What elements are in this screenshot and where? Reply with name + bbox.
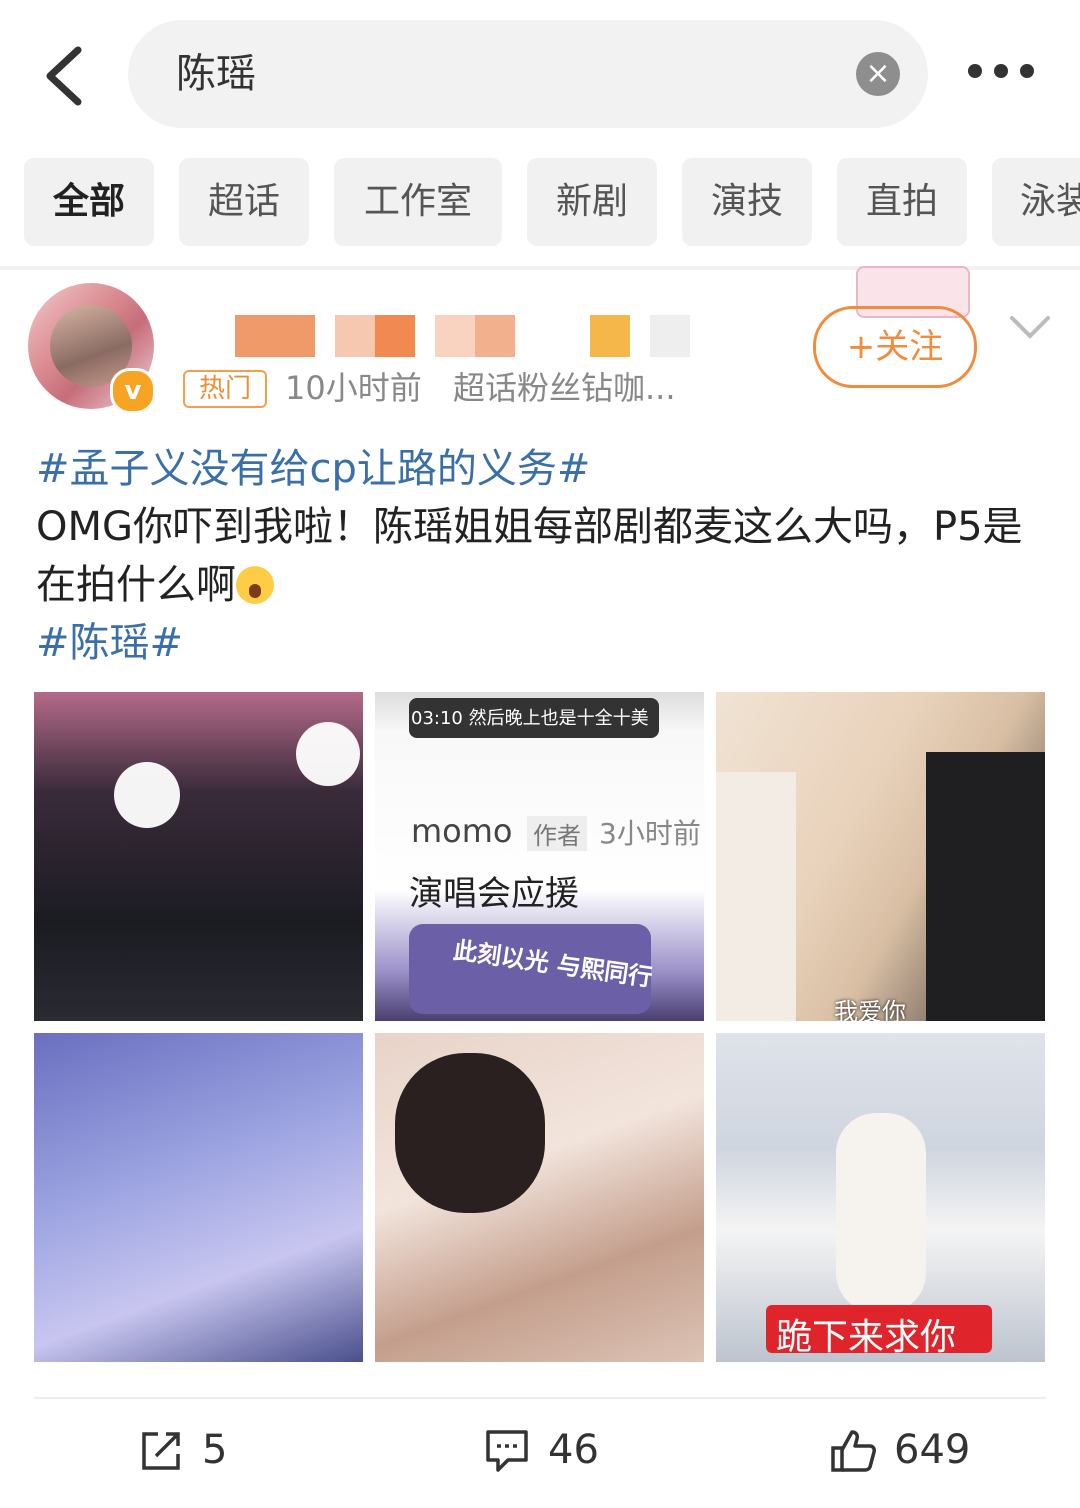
hot-badge: 热门: [183, 370, 267, 408]
image-text: momo: [411, 812, 513, 850]
username-blurred[interactable]: [235, 315, 695, 357]
chevron-down-icon[interactable]: [1008, 312, 1052, 342]
tab-new-drama[interactable]: 新剧: [527, 158, 657, 246]
search-query: 陈瑶: [176, 51, 256, 97]
image-text: 跪下来求你: [776, 1317, 957, 1358]
like-button[interactable]: 649: [830, 1420, 1010, 1480]
tab-all[interactable]: 全部: [24, 158, 154, 246]
image-text: 03:10 然后晚上也是十全十美: [411, 708, 649, 729]
comment-count: 46: [548, 1427, 599, 1473]
post-image-2[interactable]: 03:10 然后晚上也是十全十美 momo 作者 3小时前 演唱会应援 此刻以光…: [375, 692, 704, 1021]
post-image-3[interactable]: 我爱你: [716, 692, 1045, 1021]
search-input[interactable]: 陈瑶 ×: [128, 20, 928, 128]
image-text: 作者: [527, 816, 587, 851]
comment-button[interactable]: 46: [484, 1420, 644, 1480]
topic-link[interactable]: #孟子义没有给cp让路的义务#: [36, 446, 590, 492]
divider: [34, 1397, 1046, 1399]
top-bar: 陈瑶 ×: [0, 0, 1080, 150]
share-button[interactable]: 5: [138, 1420, 278, 1480]
verified-icon: v: [110, 368, 156, 414]
post-image-4[interactable]: [34, 1033, 363, 1362]
tab-super-topic[interactable]: 超话: [179, 158, 309, 246]
post-image-5[interactable]: [375, 1033, 704, 1362]
share-count: 5: [202, 1427, 228, 1473]
like-count: 649: [894, 1427, 971, 1473]
more-options-icon[interactable]: [968, 58, 1038, 88]
thumbs-up-icon: [831, 1430, 876, 1472]
image-text: 3小时前: [599, 817, 701, 850]
shocked-emoji-icon: [236, 566, 274, 604]
tab-acting[interactable]: 演技: [682, 158, 812, 246]
image-text: 演唱会应援: [409, 874, 579, 914]
post-image-6[interactable]: 跪下来求你: [716, 1033, 1045, 1362]
clear-icon[interactable]: ×: [856, 52, 900, 96]
back-icon[interactable]: [38, 40, 98, 110]
tab-fancam[interactable]: 直拍: [837, 158, 967, 246]
post-body: #孟子义没有给cp让路的义务# OMG你吓到我啦！陈瑶姐姐每部剧都麦这么大吗，P…: [36, 440, 1046, 672]
post-source: 超话粉丝钻咖...: [453, 369, 676, 407]
comment-icon: [486, 1430, 528, 1472]
follow-button[interactable]: +关注: [813, 306, 977, 388]
filter-tabs: 全部 超话 工作室 新剧 演技 直拍 泳装: [0, 158, 1080, 248]
tab-swimsuit[interactable]: 泳装: [992, 158, 1080, 246]
image-text: 我爱你: [834, 998, 906, 1021]
share-icon: [142, 1432, 180, 1470]
topic-link[interactable]: #陈瑶#: [36, 620, 183, 666]
tab-studio[interactable]: 工作室: [334, 158, 502, 246]
post-content: OMG你吓到我啦！陈瑶姐姐每部剧都麦这么大吗，P5是在拍什么啊: [36, 504, 1023, 608]
post-image-1[interactable]: [34, 692, 363, 1021]
post-time: 10小时前: [285, 369, 422, 407]
